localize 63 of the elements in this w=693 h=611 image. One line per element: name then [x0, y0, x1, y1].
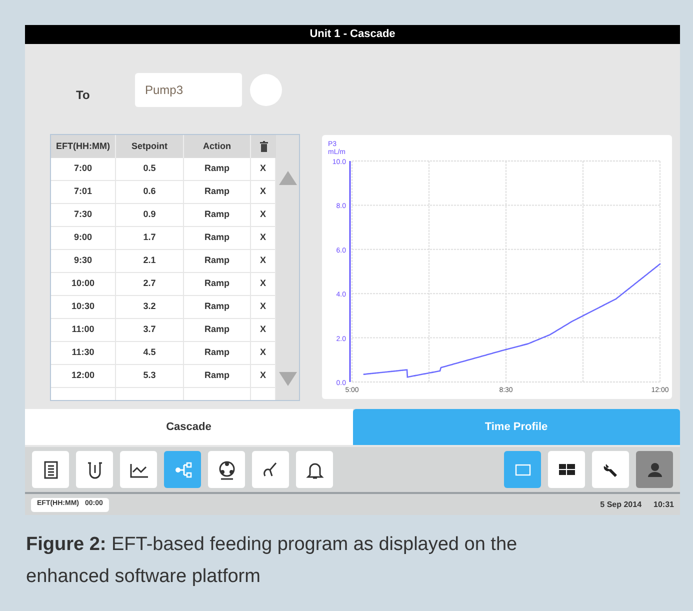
table-cell-text: 7:00 [74, 162, 92, 176]
destination-field[interactable]: Pump3 [135, 73, 242, 107]
toolbar-button[interactable] [592, 451, 629, 488]
table-cell-text: 3.7 [143, 323, 156, 336]
column-header: Setpoint [132, 140, 168, 153]
table-cell-text: 0.5 [143, 162, 156, 176]
toolbar-button[interactable] [548, 451, 585, 488]
delete-button[interactable]: X [260, 323, 266, 337]
table-cell-text: 9:30 [74, 254, 92, 268]
table-cell-text: 11:30 [72, 346, 94, 360]
delete-button[interactable]: X [260, 300, 266, 314]
table-cell-text: 0.9 [143, 208, 156, 222]
delete-button[interactable]: X [260, 185, 266, 199]
table-cell-text: 3.2 [143, 300, 156, 314]
user-button[interactable] [636, 451, 673, 488]
toolbar-button[interactable] [208, 451, 245, 488]
figure-caption: Figure 2: EFT-based feeding program as displayed on the enhanced software platform [25, 533, 518, 589]
table-cell-text: Ramp [204, 323, 230, 336]
pump-icon [216, 460, 236, 480]
table-cell-text: 11:00 [72, 323, 94, 336]
column-header: EFT(HH:MM) [56, 140, 110, 153]
to-label: To [76, 87, 91, 104]
table-cell-text: 2.7 [143, 277, 156, 290]
window-title: Unit 1 - Cascade [25, 25, 680, 44]
table-cell-text: 10:00 [71, 277, 95, 290]
delete-button[interactable]: X [260, 277, 266, 291]
table-cell-text: 7:30 [74, 208, 92, 222]
flow-diagram-icon [172, 460, 192, 480]
toolbar-button[interactable] [296, 451, 333, 488]
delete-button[interactable]: X [260, 231, 266, 245]
column-header: Action [203, 140, 231, 153]
table-cell-text: 10:30 [71, 300, 95, 314]
table-cell-text: 7:01 [74, 185, 92, 198]
delete-button[interactable]: X [260, 254, 266, 268]
table-cell-text: 4.5 [143, 346, 156, 360]
delete-button[interactable]: X [260, 162, 266, 176]
time-text: 10:31 [654, 498, 674, 510]
table-cell-text: Ramp [204, 208, 230, 222]
toolbar-button[interactable] [252, 451, 289, 488]
table-cell-text: Ramp [204, 162, 230, 176]
delete-button[interactable]: X [260, 208, 266, 222]
table-cell-text: 5.3 [143, 369, 156, 382]
table-cell-text: Ramp [204, 231, 230, 244]
table-cell-text: 2.1 [143, 254, 156, 268]
toolbar-button[interactable] [120, 451, 157, 488]
toolbar-button[interactable] [32, 451, 69, 488]
table-cell-text: Ramp [204, 254, 230, 268]
delete-button[interactable]: X [260, 346, 266, 360]
table-cell-text: 0.6 [143, 185, 156, 198]
table-cell-text: Ramp [204, 277, 230, 290]
table-cell-text: Ramp [204, 346, 230, 360]
toolbar-button[interactable] [76, 451, 113, 488]
trash-icon[interactable] [260, 141, 268, 152]
table-cell-text: Ramp [204, 300, 230, 314]
table-cell-text: Ramp [204, 185, 230, 198]
table-cell-text: 1.7 [143, 231, 156, 244]
table-cell-text: 9:00 [74, 231, 92, 244]
status-indicator [250, 74, 282, 106]
delete-button[interactable]: X [260, 369, 266, 383]
tab[interactable]: Cascade [25, 409, 352, 445]
table-cell-text: Ramp [204, 369, 230, 382]
table-cell-text: 12:00 [71, 369, 95, 382]
date-text: 5 Sep 2014 [600, 498, 642, 510]
